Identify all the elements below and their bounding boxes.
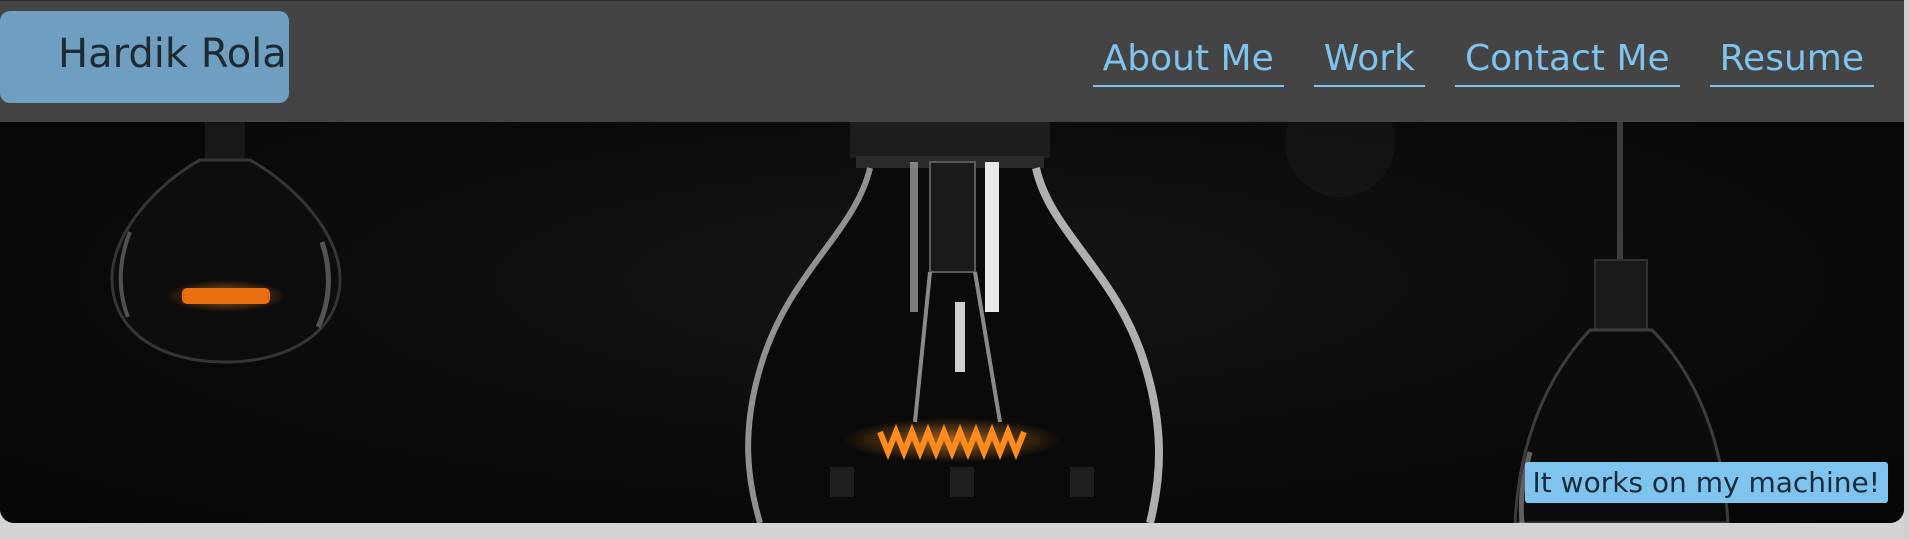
main-nav: About Me Work Contact Me Resume bbox=[1092, 39, 1874, 87]
site-header: Hardik Rola About Me Work Contact Me Res… bbox=[0, 0, 1904, 122]
nav-link-about-me[interactable]: About Me bbox=[1092, 39, 1284, 87]
center-bulb bbox=[745, 122, 1163, 523]
brand-logo-box[interactable]: Hardik Rola bbox=[0, 11, 289, 103]
nav-link-resume[interactable]: Resume bbox=[1709, 39, 1874, 87]
hero-tagline: It works on my machine! bbox=[1524, 462, 1888, 503]
background-bulb bbox=[1285, 122, 1395, 197]
page: Hardik Rola About Me Work Contact Me Res… bbox=[0, 0, 1904, 523]
hero-banner: It works on my machine! bbox=[0, 122, 1904, 523]
nav-link-work[interactable]: Work bbox=[1313, 39, 1425, 87]
brand-name[interactable]: Hardik Rola bbox=[58, 31, 287, 77]
window-right-edge bbox=[1904, 0, 1909, 539]
left-bulb bbox=[110, 122, 342, 364]
nav-link-contact-me[interactable]: Contact Me bbox=[1454, 39, 1680, 87]
